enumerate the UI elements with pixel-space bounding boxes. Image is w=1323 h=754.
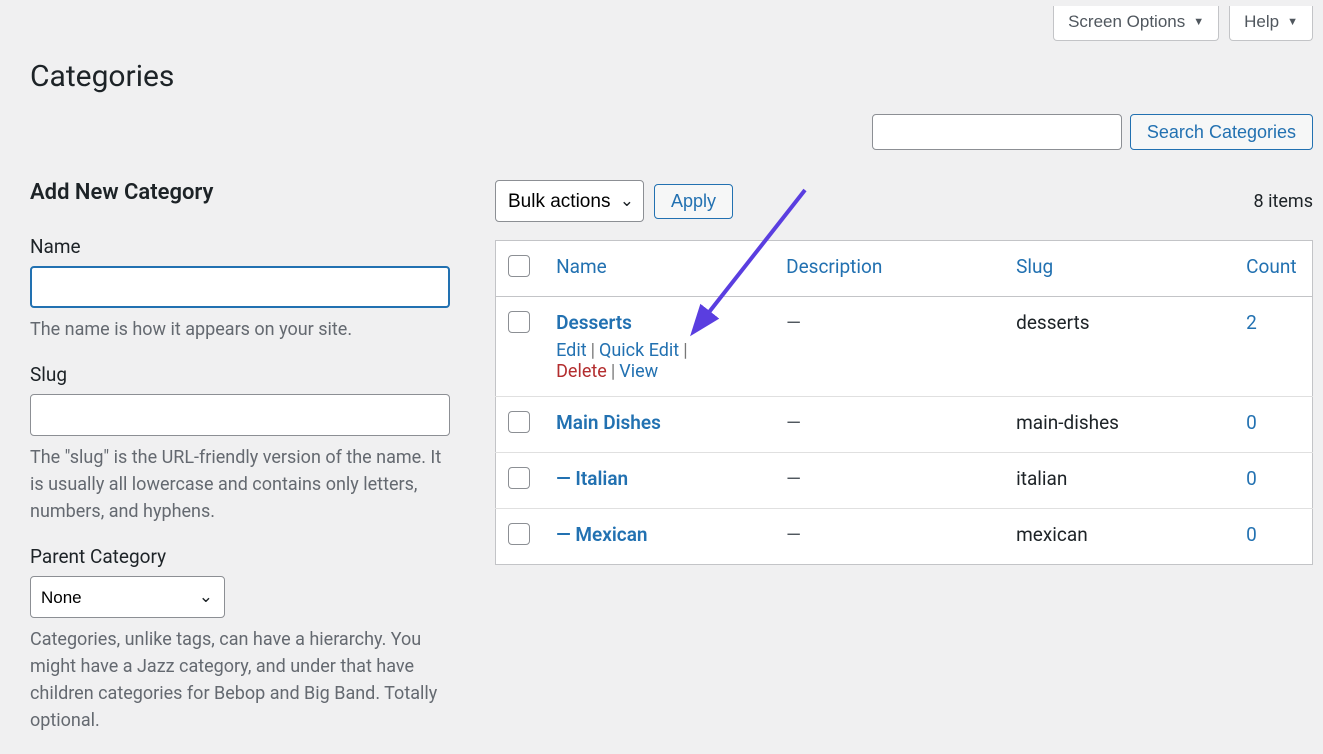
edit-link[interactable]: Edit — [556, 340, 586, 361]
category-link[interactable]: Desserts — [556, 311, 632, 334]
search-categories-button[interactable]: Search Categories — [1130, 114, 1313, 150]
description-value: — — [786, 411, 801, 434]
screen-options-label: Screen Options — [1068, 12, 1185, 32]
chevron-down-icon: ▼ — [1193, 16, 1204, 28]
child-prefix: — — [556, 523, 575, 546]
parent-category-select[interactable]: None — [30, 576, 225, 618]
chevron-down-icon: ▼ — [1287, 16, 1298, 28]
help-button[interactable]: Help ▼ — [1229, 6, 1313, 41]
column-slug[interactable]: Slug — [1016, 255, 1053, 278]
count-link[interactable]: 0 — [1246, 467, 1257, 490]
count-link[interactable]: 0 — [1246, 523, 1257, 546]
help-label: Help — [1244, 12, 1279, 32]
category-link[interactable]: Mexican — [575, 523, 647, 546]
count-link[interactable]: 0 — [1246, 411, 1257, 434]
items-count: 8 items — [1254, 191, 1313, 212]
table-row: Desserts Edit|Quick Edit|Delete|View — dess… — [496, 297, 1313, 397]
table-row: — Italian—italian0 — [496, 453, 1313, 509]
view-link[interactable]: View — [619, 361, 658, 382]
name-label: Name — [30, 235, 455, 258]
description-value: — — [786, 467, 801, 490]
slug-value: desserts — [1016, 311, 1089, 334]
categories-table: Name Description Slug Count Desserts Edit… — [495, 240, 1313, 565]
slug-label: Slug — [30, 363, 455, 386]
apply-button[interactable]: Apply — [654, 184, 733, 219]
child-prefix: — — [556, 467, 575, 490]
page-title: Categories — [0, 41, 1323, 94]
add-new-category-heading: Add New Category — [30, 180, 455, 205]
slug-input[interactable] — [30, 394, 450, 436]
quick-edit-link[interactable]: Quick Edit — [599, 340, 679, 361]
parent-help: Categories, unlike tags, can have a hier… — [30, 626, 450, 734]
table-row: Main Dishes — main-dishes 0 — [496, 397, 1313, 453]
slug-help: The "slug" is the URL-friendly version o… — [30, 444, 450, 525]
category-link[interactable]: Main Dishes — [556, 411, 661, 434]
description-value: — — [786, 523, 801, 546]
description-value: — — [786, 311, 801, 334]
row-checkbox[interactable] — [508, 411, 530, 433]
table-row: — Mexican—mexican0 — [496, 509, 1313, 565]
column-description[interactable]: Description — [786, 255, 882, 278]
slug-value: mexican — [1016, 523, 1088, 546]
column-count[interactable]: Count — [1246, 255, 1296, 278]
row-checkbox[interactable] — [508, 311, 530, 333]
row-checkbox[interactable] — [508, 467, 530, 489]
slug-value: main-dishes — [1016, 411, 1119, 434]
row-actions: Edit|Quick Edit|Delete|View — [556, 340, 762, 382]
column-name[interactable]: Name — [556, 255, 607, 278]
delete-link[interactable]: Delete — [556, 361, 607, 382]
row-checkbox[interactable] — [508, 523, 530, 545]
bulk-actions-select[interactable]: Bulk actions — [495, 180, 644, 222]
count-link[interactable]: 2 — [1246, 311, 1257, 334]
slug-value: italian — [1016, 467, 1067, 490]
name-help: The name is how it appears on your site. — [30, 316, 450, 343]
screen-options-button[interactable]: Screen Options ▼ — [1053, 6, 1219, 41]
select-all-checkbox[interactable] — [508, 255, 530, 277]
parent-category-label: Parent Category — [30, 545, 455, 568]
search-input[interactable] — [872, 114, 1122, 150]
category-link[interactable]: Italian — [575, 467, 628, 490]
name-input[interactable] — [30, 266, 450, 308]
